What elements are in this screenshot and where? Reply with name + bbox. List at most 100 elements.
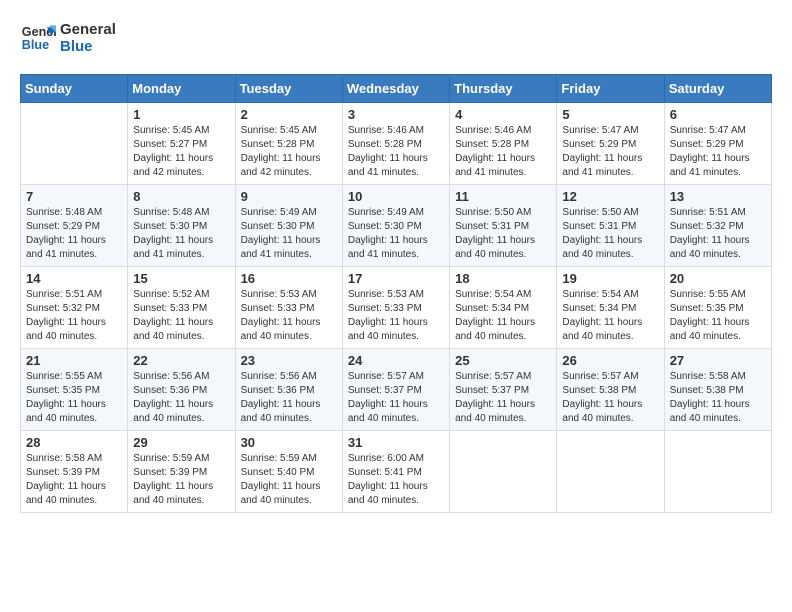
- calendar-cell: 22 Sunrise: 5:56 AM Sunset: 5:36 PM Dayli…: [128, 349, 235, 431]
- calendar-week-row: 21 Sunrise: 5:55 AM Sunset: 5:35 PM Dayli…: [21, 349, 772, 431]
- day-info: Sunrise: 5:54 AM Sunset: 5:34 PM Dayligh…: [562, 288, 658, 344]
- day-number: 14: [26, 271, 122, 286]
- day-number: 28: [26, 435, 122, 450]
- day-info: Sunrise: 5:57 AM Sunset: 5:37 PM Dayligh…: [348, 370, 444, 426]
- calendar-cell: 5 Sunrise: 5:47 AM Sunset: 5:29 PM Daylig…: [557, 103, 664, 185]
- day-info: Sunrise: 5:47 AM Sunset: 5:29 PM Dayligh…: [670, 124, 766, 180]
- logo-blue: Blue: [60, 38, 116, 55]
- calendar-cell: 19Sunrise: 5:54 AM Sunset: 5:34 PM Dayli…: [557, 267, 664, 349]
- calendar-cell: 23 Sunrise: 5:56 AM Sunset: 5:36 PM Dayli…: [235, 349, 342, 431]
- day-info: Sunrise: 5:48 AM Sunset: 5:29 PM Dayligh…: [26, 206, 122, 262]
- day-info: Sunrise: 6:00 AM Sunset: 5:41 PM Dayligh…: [348, 452, 444, 508]
- calendar-cell: 17 Sunrise: 5:53 AM Sunset: 5:33 PM Dayli…: [342, 267, 449, 349]
- calendar-cell: 6 Sunrise: 5:47 AM Sunset: 5:29 PM Daylig…: [664, 103, 771, 185]
- header-saturday: Saturday: [664, 75, 771, 103]
- calendar-cell: 12 Sunrise: 5:50 AM Sunset: 5:31 PM Dayli…: [557, 185, 664, 267]
- day-info: Sunrise: 5:59 AM Sunset: 5:40 PM Dayligh…: [241, 452, 337, 508]
- calendar-cell: 3 Sunrise: 5:46 AM Sunset: 5:28 PM Daylig…: [342, 103, 449, 185]
- day-number: 5: [562, 107, 658, 122]
- day-info: Sunrise: 5:50 AM Sunset: 5:31 PM Dayligh…: [455, 206, 551, 262]
- calendar-cell: 9 Sunrise: 5:49 AM Sunset: 5:30 PM Daylig…: [235, 185, 342, 267]
- day-number: 24: [348, 353, 444, 368]
- day-number: 6: [670, 107, 766, 122]
- logo-general: General: [60, 21, 116, 38]
- day-number: 21: [26, 353, 122, 368]
- header-tuesday: Tuesday: [235, 75, 342, 103]
- calendar-cell: 8Sunrise: 5:48 AM Sunset: 5:30 PM Daylig…: [128, 185, 235, 267]
- calendar-cell: [21, 103, 128, 185]
- calendar-cell: 14 Sunrise: 5:51 AM Sunset: 5:32 PM Dayli…: [21, 267, 128, 349]
- calendar-cell: 4 Sunrise: 5:46 AM Sunset: 5:28 PM Daylig…: [450, 103, 557, 185]
- day-number: 4: [455, 107, 551, 122]
- day-info: Sunrise: 5:59 AM Sunset: 5:39 PM Dayligh…: [133, 452, 229, 508]
- day-number: 1: [133, 107, 229, 122]
- day-number: 2: [241, 107, 337, 122]
- header-wednesday: Wednesday: [342, 75, 449, 103]
- day-number: 18: [455, 271, 551, 286]
- calendar-cell: 24 Sunrise: 5:57 AM Sunset: 5:37 PM Dayli…: [342, 349, 449, 431]
- calendar: SundayMondayTuesdayWednesdayThursdayFrid…: [20, 74, 772, 513]
- calendar-cell: 2 Sunrise: 5:45 AM Sunset: 5:28 PM Daylig…: [235, 103, 342, 185]
- day-info: Sunrise: 5:49 AM Sunset: 5:30 PM Dayligh…: [241, 206, 337, 262]
- day-info: Sunrise: 5:56 AM Sunset: 5:36 PM Dayligh…: [133, 370, 229, 426]
- day-info: Sunrise: 5:58 AM Sunset: 5:38 PM Dayligh…: [670, 370, 766, 426]
- calendar-cell: 18 Sunrise: 5:54 AM Sunset: 5:34 PM Dayli…: [450, 267, 557, 349]
- day-info: Sunrise: 5:55 AM Sunset: 5:35 PM Dayligh…: [26, 370, 122, 426]
- day-info: Sunrise: 5:46 AM Sunset: 5:28 PM Dayligh…: [455, 124, 551, 180]
- day-info: Sunrise: 5:53 AM Sunset: 5:33 PM Dayligh…: [241, 288, 337, 344]
- logo-icon: General Blue: [20, 20, 56, 56]
- day-number: 30: [241, 435, 337, 450]
- day-number: 31: [348, 435, 444, 450]
- header-sunday: Sunday: [21, 75, 128, 103]
- day-number: 22: [133, 353, 229, 368]
- day-info: Sunrise: 5:57 AM Sunset: 5:38 PM Dayligh…: [562, 370, 658, 426]
- day-number: 3: [348, 107, 444, 122]
- calendar-cell: [450, 431, 557, 513]
- day-info: Sunrise: 5:50 AM Sunset: 5:31 PM Dayligh…: [562, 206, 658, 262]
- calendar-cell: 11 Sunrise: 5:50 AM Sunset: 5:31 PM Dayli…: [450, 185, 557, 267]
- day-number: 26: [562, 353, 658, 368]
- header-monday: Monday: [128, 75, 235, 103]
- calendar-cell: 1Sunrise: 5:45 AM Sunset: 5:27 PM Daylig…: [128, 103, 235, 185]
- day-info: Sunrise: 5:46 AM Sunset: 5:28 PM Dayligh…: [348, 124, 444, 180]
- day-number: 10: [348, 189, 444, 204]
- day-number: 9: [241, 189, 337, 204]
- calendar-week-row: 1Sunrise: 5:45 AM Sunset: 5:27 PM Daylig…: [21, 103, 772, 185]
- calendar-cell: 27 Sunrise: 5:58 AM Sunset: 5:38 PM Dayli…: [664, 349, 771, 431]
- calendar-cell: [557, 431, 664, 513]
- day-info: Sunrise: 5:58 AM Sunset: 5:39 PM Dayligh…: [26, 452, 122, 508]
- calendar-cell: 16 Sunrise: 5:53 AM Sunset: 5:33 PM Dayli…: [235, 267, 342, 349]
- day-info: Sunrise: 5:45 AM Sunset: 5:28 PM Dayligh…: [241, 124, 337, 180]
- day-number: 27: [670, 353, 766, 368]
- day-info: Sunrise: 5:51 AM Sunset: 5:32 PM Dayligh…: [26, 288, 122, 344]
- calendar-cell: 10 Sunrise: 5:49 AM Sunset: 5:30 PM Dayli…: [342, 185, 449, 267]
- day-info: Sunrise: 5:55 AM Sunset: 5:35 PM Dayligh…: [670, 288, 766, 344]
- day-info: Sunrise: 5:54 AM Sunset: 5:34 PM Dayligh…: [455, 288, 551, 344]
- calendar-cell: 13 Sunrise: 5:51 AM Sunset: 5:32 PM Dayli…: [664, 185, 771, 267]
- day-number: 16: [241, 271, 337, 286]
- day-number: 7: [26, 189, 122, 204]
- day-number: 17: [348, 271, 444, 286]
- calendar-cell: 28 Sunrise: 5:58 AM Sunset: 5:39 PM Dayli…: [21, 431, 128, 513]
- day-info: Sunrise: 5:56 AM Sunset: 5:36 PM Dayligh…: [241, 370, 337, 426]
- day-number: 29: [133, 435, 229, 450]
- day-info: Sunrise: 5:51 AM Sunset: 5:32 PM Dayligh…: [670, 206, 766, 262]
- calendar-cell: 21 Sunrise: 5:55 AM Sunset: 5:35 PM Dayli…: [21, 349, 128, 431]
- calendar-cell: 29 Sunrise: 5:59 AM Sunset: 5:39 PM Dayli…: [128, 431, 235, 513]
- day-number: 11: [455, 189, 551, 204]
- day-info: Sunrise: 5:48 AM Sunset: 5:30 PM Dayligh…: [133, 206, 229, 262]
- day-info: Sunrise: 5:52 AM Sunset: 5:33 PM Dayligh…: [133, 288, 229, 344]
- calendar-cell: 31 Sunrise: 6:00 AM Sunset: 5:41 PM Dayli…: [342, 431, 449, 513]
- day-number: 15: [133, 271, 229, 286]
- svg-text:Blue: Blue: [22, 38, 49, 52]
- day-number: 13: [670, 189, 766, 204]
- calendar-cell: 15 Sunrise: 5:52 AM Sunset: 5:33 PM Dayli…: [128, 267, 235, 349]
- day-info: Sunrise: 5:49 AM Sunset: 5:30 PM Dayligh…: [348, 206, 444, 262]
- day-number: 12: [562, 189, 658, 204]
- day-info: Sunrise: 5:53 AM Sunset: 5:33 PM Dayligh…: [348, 288, 444, 344]
- calendar-cell: 30 Sunrise: 5:59 AM Sunset: 5:40 PM Dayli…: [235, 431, 342, 513]
- day-number: 23: [241, 353, 337, 368]
- calendar-header-row: SundayMondayTuesdayWednesdayThursdayFrid…: [21, 75, 772, 103]
- day-info: Sunrise: 5:47 AM Sunset: 5:29 PM Dayligh…: [562, 124, 658, 180]
- calendar-cell: 26 Sunrise: 5:57 AM Sunset: 5:38 PM Dayli…: [557, 349, 664, 431]
